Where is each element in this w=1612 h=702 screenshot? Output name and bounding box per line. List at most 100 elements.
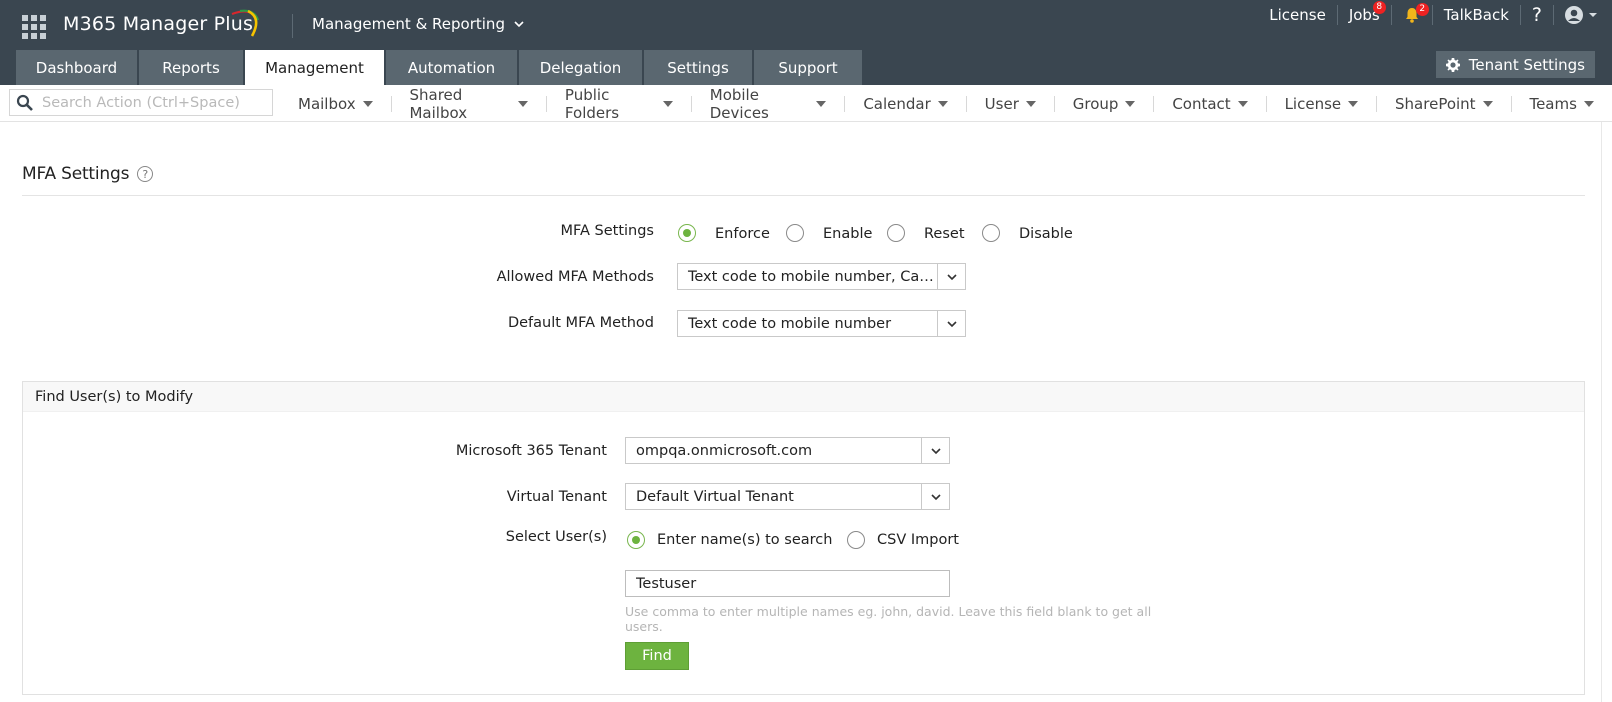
page-title: MFA Settings ? bbox=[22, 164, 154, 184]
user-menu[interactable] bbox=[1554, 1, 1612, 29]
menu-sharepoint[interactable]: SharePoint bbox=[1377, 85, 1511, 122]
virtual-tenant-value: Default Virtual Tenant bbox=[636, 488, 794, 505]
tab-dashboard[interactable]: Dashboard bbox=[16, 50, 137, 85]
menu-public-folders[interactable]: Public Folders bbox=[547, 85, 691, 122]
title-divider bbox=[22, 195, 1585, 196]
menu-calendar[interactable]: Calendar bbox=[845, 85, 965, 122]
license-link[interactable]: License bbox=[1258, 1, 1337, 29]
caret-down-icon bbox=[1237, 101, 1248, 107]
caret-down-icon bbox=[1125, 101, 1136, 107]
menu-label: Group bbox=[1072, 94, 1119, 113]
menu-mailbox[interactable]: Mailbox bbox=[280, 85, 391, 122]
dropdown-button[interactable] bbox=[921, 438, 949, 463]
menu-label: Calendar bbox=[863, 94, 931, 113]
virtual-tenant-label: Virtual Tenant bbox=[506, 489, 607, 505]
menu-teams[interactable]: Teams bbox=[1511, 85, 1611, 122]
alerts-button[interactable]: 2 bbox=[1392, 1, 1432, 29]
tab-settings[interactable]: Settings bbox=[644, 50, 752, 85]
dropdown-button[interactable] bbox=[937, 264, 965, 289]
radio-reset[interactable] bbox=[887, 224, 905, 242]
allowed-methods-select[interactable]: Text code to mobile number, Call... bbox=[677, 263, 966, 290]
tenant-select[interactable]: ompqa.onmicrosoft.com bbox=[625, 437, 950, 464]
app-logo-text: M365 Manager Plus bbox=[63, 13, 254, 35]
radio-enter-names[interactable] bbox=[627, 531, 645, 549]
radio-enable[interactable] bbox=[786, 224, 804, 242]
select-users-label: Select User(s) bbox=[505, 529, 607, 545]
menu-label: Mobile Devices bbox=[709, 85, 769, 122]
radio-reset-label[interactable]: Reset bbox=[924, 226, 965, 242]
caret-down-icon bbox=[1025, 101, 1036, 107]
dropdown-button[interactable] bbox=[937, 311, 965, 336]
user-search-input[interactable] bbox=[625, 570, 950, 597]
help-button[interactable]: ? bbox=[1521, 1, 1553, 29]
radio-csv-import-label[interactable]: CSV Import bbox=[877, 532, 959, 548]
menu-label: License bbox=[1284, 94, 1342, 113]
radio-enter-names-label[interactable]: Enter name(s) to search bbox=[657, 532, 832, 548]
menu-user[interactable]: User bbox=[967, 85, 1054, 122]
radio-disable-label[interactable]: Disable bbox=[1019, 226, 1073, 242]
allowed-methods-value: Text code to mobile number, Call... bbox=[688, 268, 937, 285]
action-search-input[interactable] bbox=[42, 94, 262, 111]
menu-shared-mailbox[interactable]: Shared Mailbox bbox=[391, 85, 546, 122]
tab-management[interactable]: Management bbox=[245, 50, 384, 85]
tab-support[interactable]: Support bbox=[754, 50, 862, 85]
menu-label: Public Folders bbox=[564, 85, 620, 122]
caret-down-icon bbox=[1348, 101, 1359, 107]
radio-disable[interactable] bbox=[982, 224, 1000, 242]
action-search[interactable] bbox=[9, 89, 273, 116]
menu-license[interactable]: License bbox=[1267, 85, 1377, 122]
caret-down-icon bbox=[362, 101, 373, 107]
user-avatar-icon bbox=[1565, 6, 1583, 24]
caret-down-icon bbox=[937, 101, 948, 107]
management-menu: Mailbox Shared Mailbox Public Folders Mo… bbox=[280, 85, 1612, 122]
chevron-down-icon bbox=[930, 447, 941, 454]
caret-down-icon bbox=[518, 101, 529, 107]
default-method-select[interactable]: Text code to mobile number bbox=[677, 310, 966, 337]
talkback-link[interactable]: TalkBack bbox=[1433, 1, 1520, 29]
radio-enable-label[interactable]: Enable bbox=[823, 226, 872, 242]
menu-contact[interactable]: Contact bbox=[1154, 85, 1265, 122]
caret-down-icon bbox=[1589, 13, 1597, 17]
default-method-value: Text code to mobile number bbox=[688, 315, 892, 332]
menu-mobile-devices[interactable]: Mobile Devices bbox=[692, 85, 845, 122]
gear-icon bbox=[1445, 57, 1460, 72]
tenant-settings-button[interactable]: Tenant Settings bbox=[1435, 51, 1595, 78]
tab-reports[interactable]: Reports bbox=[139, 50, 243, 85]
content-right-border bbox=[1601, 122, 1602, 702]
caret-down-icon bbox=[816, 101, 827, 107]
header-divider bbox=[292, 14, 293, 38]
panel-header: Find User(s) to Modify bbox=[23, 382, 1584, 412]
menu-label: User bbox=[984, 94, 1019, 113]
jobs-link[interactable]: Jobs 8 bbox=[1338, 1, 1391, 29]
dropdown-button[interactable] bbox=[921, 484, 949, 509]
tenant-label: Microsoft 365 Tenant bbox=[455, 443, 607, 459]
caret-down-icon bbox=[1583, 101, 1594, 107]
allowed-methods-label: Allowed MFA Methods bbox=[496, 269, 654, 285]
page-title-text: MFA Settings bbox=[22, 164, 130, 184]
menu-label: Shared Mailbox bbox=[409, 85, 468, 122]
radio-csv-import[interactable] bbox=[847, 531, 865, 549]
tab-automation[interactable]: Automation bbox=[386, 50, 517, 85]
radio-enforce-label[interactable]: Enforce bbox=[715, 226, 770, 242]
chevron-down-icon bbox=[946, 273, 957, 280]
caret-down-icon bbox=[662, 101, 673, 107]
main-tabs: Dashboard Reports Management Automation … bbox=[16, 50, 864, 85]
tab-delegation[interactable]: Delegation bbox=[519, 50, 642, 85]
search-hint: Use comma to enter multiple names eg. jo… bbox=[625, 604, 1152, 634]
caret-down-icon bbox=[1482, 101, 1493, 107]
find-button[interactable]: Find bbox=[625, 642, 689, 670]
menu-group[interactable]: Group bbox=[1055, 85, 1154, 122]
virtual-tenant-select[interactable]: Default Virtual Tenant bbox=[625, 483, 950, 510]
module-selector[interactable]: Management & Reporting bbox=[312, 15, 525, 33]
chevron-down-icon bbox=[930, 493, 941, 500]
top-right-actions: License Jobs 8 2 TalkBack ? bbox=[1258, 0, 1612, 30]
menu-label: SharePoint bbox=[1395, 94, 1476, 113]
alerts-count-badge: 2 bbox=[1415, 3, 1429, 16]
jobs-count-badge: 8 bbox=[1372, 1, 1386, 14]
chevron-down-icon bbox=[946, 320, 957, 327]
search-icon bbox=[16, 94, 33, 111]
radio-enforce[interactable] bbox=[678, 224, 696, 242]
help-circle-icon[interactable]: ? bbox=[137, 166, 154, 182]
app-launcher-icon[interactable] bbox=[22, 15, 46, 39]
default-method-label: Default MFA Method bbox=[507, 315, 654, 331]
